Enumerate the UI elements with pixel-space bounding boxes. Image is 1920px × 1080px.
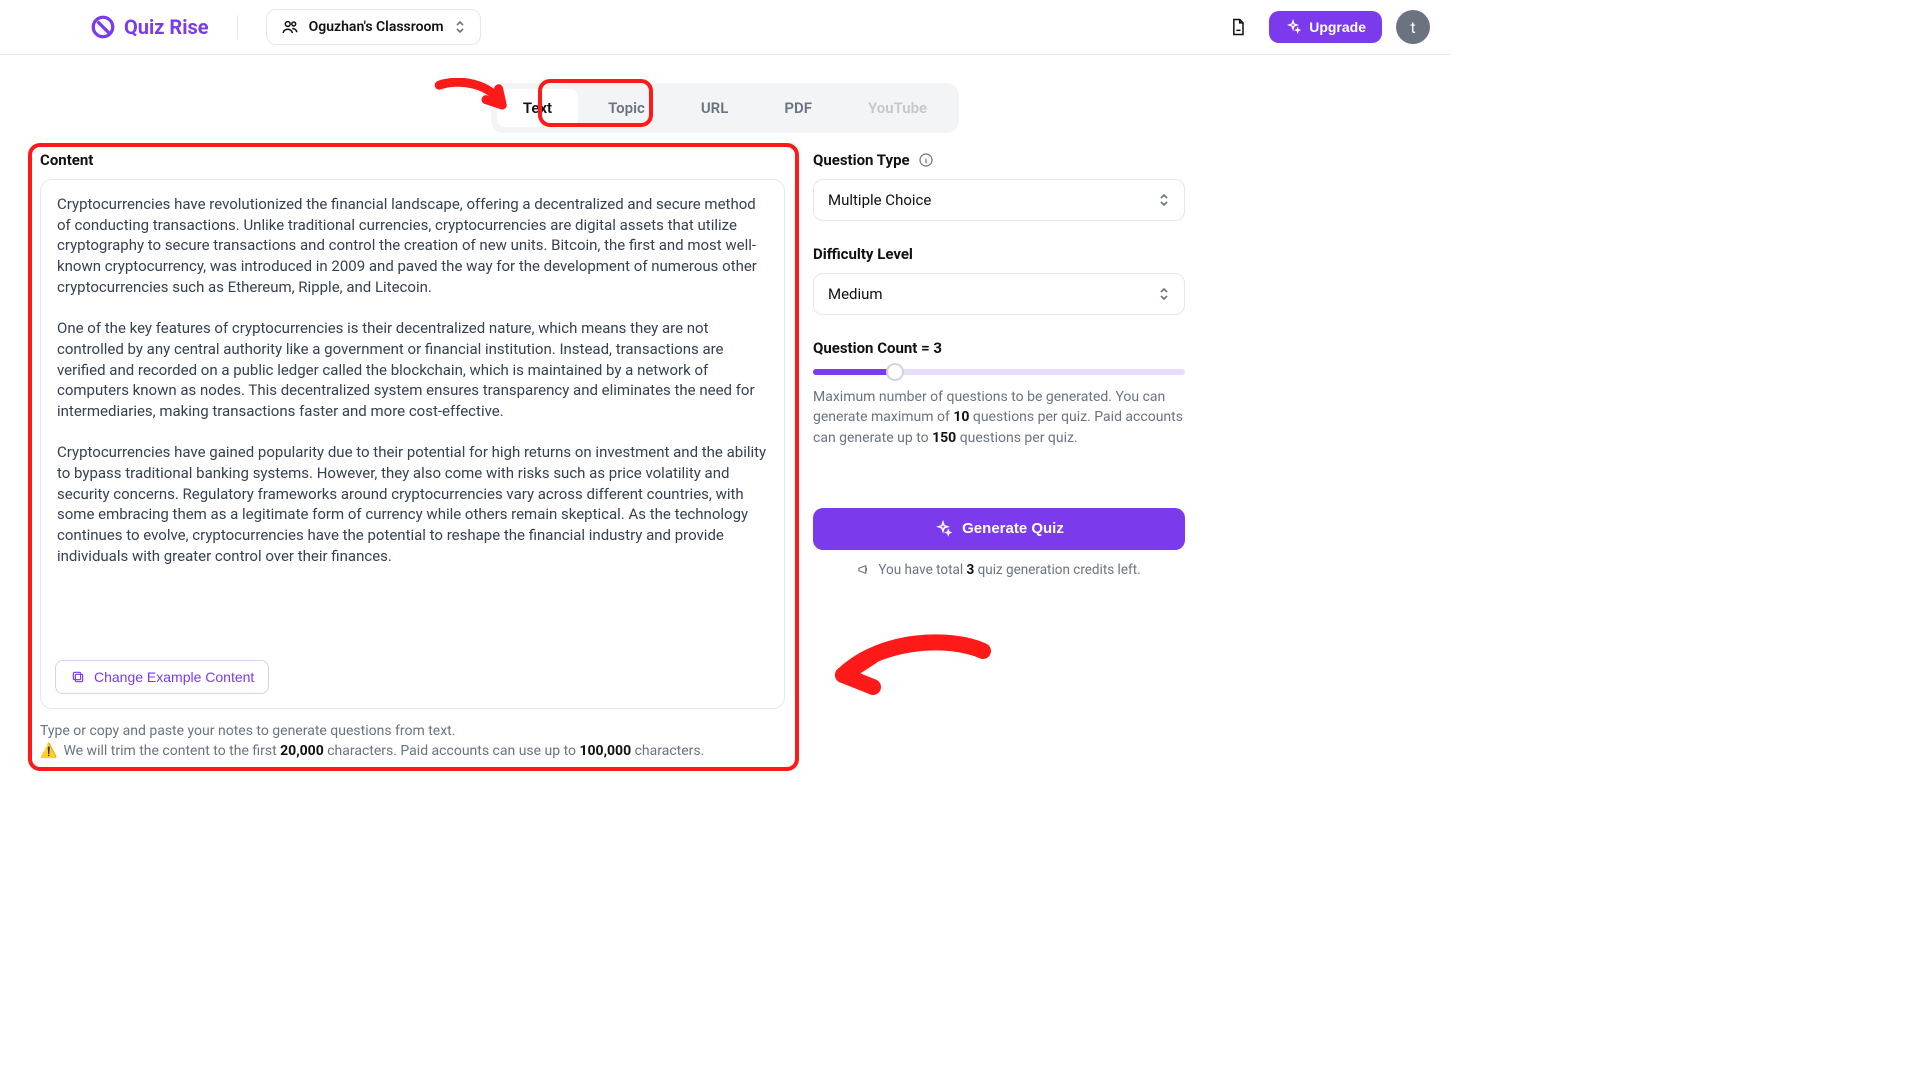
document-button[interactable]: [1221, 10, 1255, 44]
file-icon: [1228, 17, 1248, 37]
hint-1: Type or copy and paste your notes to gen…: [40, 723, 785, 739]
logo-icon: [90, 14, 116, 40]
annotation-arrow-2: [813, 633, 993, 713]
classroom-label: Oguzhan's Classroom: [309, 19, 444, 35]
credits-text: You have total 3 quiz generation credits…: [813, 562, 1185, 578]
app-logo: Quiz Rise: [90, 14, 209, 40]
content-label: Content: [40, 151, 785, 169]
question-type-label: Question Type: [813, 151, 1185, 169]
content-text: Cryptocurrencies have revolutionized the…: [57, 194, 768, 566]
upgrade-label: Upgrade: [1309, 19, 1366, 35]
sparkles-icon: [1285, 19, 1301, 35]
chevrons-up-down-icon: [1158, 193, 1170, 207]
chevrons-up-down-icon: [1158, 287, 1170, 301]
sparkles-icon: [934, 520, 952, 538]
chevrons-up-down-icon: [454, 20, 466, 34]
input-type-tabs: Text Topic URL PDF YouTube: [491, 83, 959, 133]
change-example-label: Change Example Content: [94, 669, 254, 685]
info-icon[interactable]: [918, 152, 934, 168]
warning-icon: ⚠️: [40, 743, 57, 759]
question-count-label: Question Count = 3: [813, 339, 1185, 357]
tab-pdf[interactable]: PDF: [758, 89, 838, 127]
avatar[interactable]: t: [1396, 10, 1430, 44]
content-hints: Type or copy and paste your notes to gen…: [40, 723, 785, 759]
slider-thumb[interactable]: [886, 363, 904, 381]
question-count-help: Maximum number of questions to be genera…: [813, 387, 1185, 448]
hint-2: We will trim the content to the first 20…: [63, 743, 704, 759]
question-count-slider[interactable]: [813, 369, 1185, 375]
megaphone-icon: [857, 562, 872, 577]
difficulty-label: Difficulty Level: [813, 245, 1185, 263]
difficulty-value: Medium: [828, 285, 883, 303]
copy-icon: [70, 669, 86, 685]
question-type-value: Multiple Choice: [828, 191, 931, 209]
content-textarea[interactable]: Cryptocurrencies have revolutionized the…: [40, 179, 785, 709]
users-icon: [281, 18, 299, 36]
app-name: Quiz Rise: [124, 15, 209, 39]
divider: [237, 15, 238, 39]
question-type-select[interactable]: Multiple Choice: [813, 179, 1185, 221]
upgrade-button[interactable]: Upgrade: [1269, 11, 1382, 43]
header: Quiz Rise Oguzhan's Classroom Upgrade t: [0, 0, 1450, 55]
classroom-selector[interactable]: Oguzhan's Classroom: [266, 9, 481, 45]
tab-url[interactable]: URL: [675, 89, 755, 127]
avatar-letter: t: [1410, 18, 1415, 37]
change-example-button[interactable]: Change Example Content: [55, 660, 269, 694]
generate-label: Generate Quiz: [962, 520, 1064, 537]
tab-topic[interactable]: Topic: [582, 89, 671, 127]
difficulty-select[interactable]: Medium: [813, 273, 1185, 315]
tab-youtube[interactable]: YouTube: [842, 89, 953, 127]
generate-quiz-button[interactable]: Generate Quiz: [813, 508, 1185, 550]
slider-fill: [813, 369, 895, 375]
annotation-arrow-1: [432, 78, 522, 132]
